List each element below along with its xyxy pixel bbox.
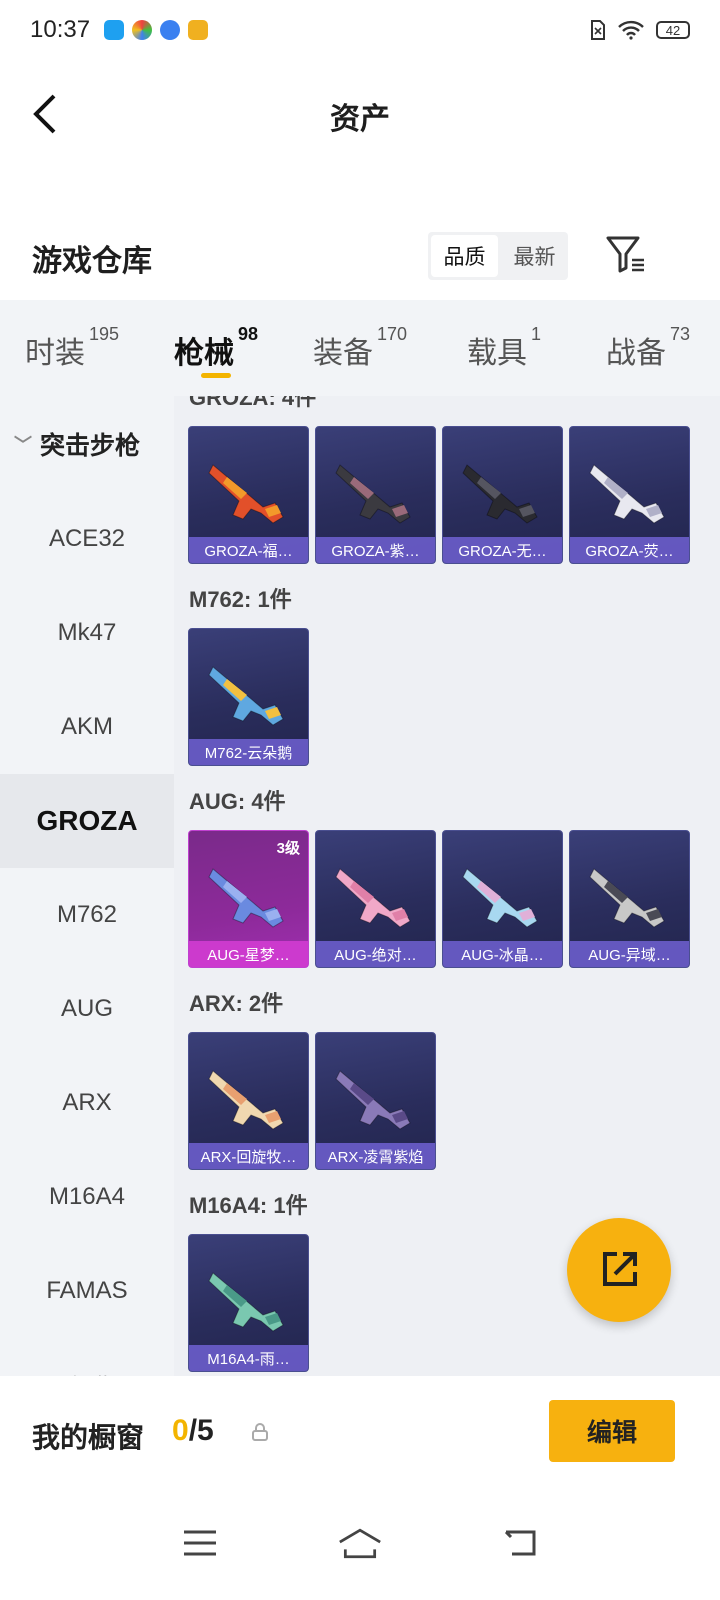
weapon-sidebar: ﹀ 突击步枪 ACE32 Mk47 AKM GROZA M762 AUG ARX…	[0, 396, 174, 1376]
weapon-skin-image	[589, 868, 665, 928]
battery-icon: 42	[656, 21, 690, 39]
sort-newest-button[interactable]: 最新	[501, 232, 568, 280]
weapon-skin-image	[462, 464, 538, 524]
weapon-card-name: AUG-异域…	[570, 941, 689, 967]
weapon-card-name: GROZA-无…	[443, 537, 562, 563]
weapon-skin-image	[462, 868, 538, 928]
weapon-card-name: ARX-凌霄紫焰	[316, 1143, 435, 1169]
chevron-down-icon: ﹀	[14, 435, 32, 455]
game-app-icon	[188, 20, 209, 40]
showcase-bar: 我的橱窗 0/5 编辑	[0, 1376, 720, 1486]
weapon-skin-image	[208, 666, 284, 726]
share-icon	[603, 1252, 637, 1286]
sim-icon	[591, 20, 605, 40]
sidebar-item-famas[interactable]: FAMAS	[0, 1244, 174, 1338]
group-label: ARX: 2件	[189, 991, 284, 1016]
baidu-icon	[160, 20, 181, 40]
header: 资产	[0, 72, 720, 152]
menu-icon	[184, 1530, 216, 1556]
group-label: M16A4: 1件	[189, 1193, 308, 1218]
lock-icon	[252, 1423, 268, 1441]
menu-nav-button[interactable]	[178, 1523, 222, 1563]
weapon-skin-image	[208, 1070, 284, 1130]
weapon-card[interactable]: ARX-回旋牧…	[188, 1032, 309, 1170]
weapon-card[interactable]: ARX-凌霄紫焰	[315, 1032, 436, 1170]
weapon-skin-image	[335, 868, 411, 928]
back-icon	[504, 1530, 536, 1556]
showcase-label: 我的橱窗	[32, 1422, 145, 1453]
weapon-card-name: M16A4-雨…	[189, 1345, 308, 1371]
category-tabs: 时装 195 枪械 98 装备 170 载具 1 战备 73	[0, 300, 720, 396]
group-label: AUG: 4件	[189, 789, 286, 814]
weapon-skin-image	[208, 464, 284, 524]
weapon-card-name: AUG-绝对…	[316, 941, 435, 967]
sidebar-item-honey-badger[interactable]: 蜜獾	[0, 1338, 174, 1377]
sidebar-category-label: 突击步枪	[40, 432, 141, 460]
weapon-skin-image	[335, 464, 411, 524]
weapon-card[interactable]: AUG-绝对…	[315, 830, 436, 968]
weapon-card[interactable]: GROZA-荧…	[569, 426, 690, 564]
status-bar: 10:37 42	[0, 0, 720, 60]
tab-equipment[interactable]: 装备 170	[288, 300, 432, 396]
edit-button[interactable]: 编辑	[549, 1400, 675, 1462]
warehouse-title: 游戏仓库	[32, 245, 152, 278]
level-badge: 3级	[276, 840, 300, 857]
sidebar-item-m16a4[interactable]: M16A4	[0, 1150, 174, 1244]
weapon-card[interactable]: GROZA-无…	[442, 426, 563, 564]
page-title: 资产	[330, 103, 390, 136]
sidebar-item-m762[interactable]: M762	[0, 868, 174, 962]
weapon-card-name: GROZA-福…	[189, 537, 308, 563]
weapon-skin-image	[589, 464, 665, 524]
weapon-card[interactable]: 3级 AUG-星梦…	[188, 830, 309, 968]
weapon-skin-image	[208, 1272, 284, 1332]
warehouse-bar: 游戏仓库 品质 最新	[0, 228, 720, 284]
tab-vehicles[interactable]: 载具 1	[432, 300, 576, 396]
group-label: M762: 1件	[189, 587, 292, 612]
weapon-skin-image	[335, 1070, 411, 1130]
app-icon	[132, 20, 153, 40]
group-label: GROZA: 4件	[189, 396, 317, 410]
sidebar-category[interactable]: ﹀ 突击步枪	[0, 396, 174, 492]
system-nav-bar	[0, 1486, 720, 1600]
qq-icon	[104, 20, 125, 40]
tab-firearms[interactable]: 枪械 98	[144, 300, 288, 396]
weapon-card-name: GROZA-紫…	[316, 537, 435, 563]
weapon-skin-image	[208, 868, 284, 928]
showcase-count: 0/5	[172, 1414, 214, 1447]
sidebar-item-mk47[interactable]: Mk47	[0, 586, 174, 680]
sidebar-item-arx[interactable]: ARX	[0, 1056, 174, 1150]
weapon-card[interactable]: M16A4-雨…	[188, 1234, 309, 1372]
weapon-card-name: GROZA-荧…	[570, 537, 689, 563]
back-nav-button[interactable]	[498, 1523, 542, 1563]
notification-icons	[104, 20, 209, 40]
weapon-card[interactable]: AUG-冰晶…	[442, 830, 563, 968]
sidebar-item-groza[interactable]: GROZA	[0, 774, 174, 868]
sidebar-item-akm[interactable]: AKM	[0, 680, 174, 774]
sort-segmented-control: 品质 最新	[428, 232, 568, 280]
weapon-card[interactable]: AUG-异域…	[569, 830, 690, 968]
tab-supplies[interactable]: 战备 73	[576, 300, 720, 396]
tab-fashion[interactable]: 时装 195	[0, 300, 144, 396]
weapon-card-name: ARX-回旋牧…	[189, 1143, 308, 1169]
sort-quality-button[interactable]: 品质	[431, 235, 498, 277]
weapon-card-name: AUG-冰晶…	[443, 941, 562, 967]
sidebar-item-aug[interactable]: AUG	[0, 962, 174, 1056]
home-icon	[339, 1528, 381, 1559]
sidebar-item-ace32[interactable]: ACE32	[0, 492, 174, 586]
share-fab-button[interactable]	[567, 1218, 671, 1322]
filter-button[interactable]	[604, 232, 648, 276]
wifi-icon	[618, 20, 644, 40]
status-time: 10:37	[30, 16, 91, 43]
weapon-card[interactable]: GROZA-福…	[188, 426, 309, 564]
weapon-card[interactable]: GROZA-紫…	[315, 426, 436, 564]
weapon-card-name: M762-云朵鹅	[189, 739, 308, 765]
weapon-card-name: AUG-星梦…	[189, 941, 308, 967]
filter-icon	[606, 236, 644, 273]
home-nav-button[interactable]	[338, 1523, 382, 1563]
weapon-card[interactable]: M762-云朵鹅	[188, 628, 309, 766]
